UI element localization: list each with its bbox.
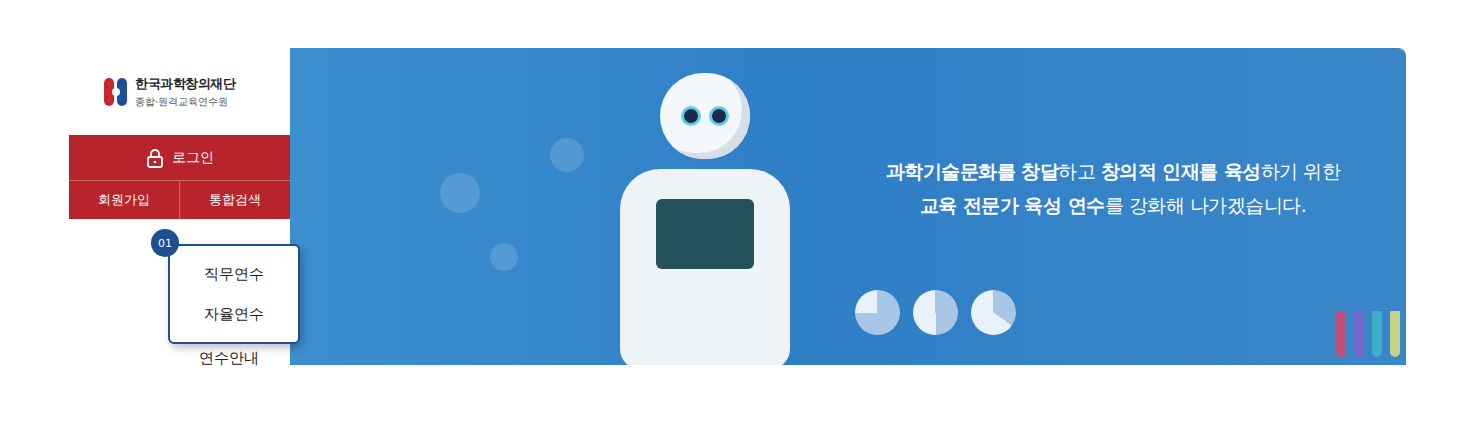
robot-icon bbox=[600, 73, 810, 365]
login-button[interactable]: 로그인 bbox=[69, 135, 290, 181]
foundation-logo-icon bbox=[103, 76, 129, 108]
logo[interactable]: 한국과학창의재단종합·원격교육연수원 bbox=[69, 48, 290, 135]
banner-line: 교육 전문가 육성 연수를 강화해 나가겠습니다. bbox=[830, 192, 1396, 218]
nav-badge: 01 bbox=[151, 229, 179, 257]
lock-icon bbox=[146, 148, 164, 168]
logo-title: 한국과학창의재단 bbox=[135, 75, 235, 93]
banner-copy: 과학기술문화를 창달하고 창의적 인재를 육성하기 위한교육 전문가 육성 연수… bbox=[820, 48, 1406, 365]
test-tubes-icon bbox=[1336, 311, 1400, 357]
side-nav: 01직무연수자율연수연수안내 bbox=[69, 219, 290, 370]
sidebar: 한국과학창의재단종합·원격교육연수원로그인회원가입통합검색01직무연수자율연수연… bbox=[69, 48, 290, 370]
banner-line: 과학기술문화를 창달하고 창의적 인재를 육성하기 위한 bbox=[830, 158, 1396, 184]
auth-link[interactable]: 회원가입 bbox=[69, 181, 179, 219]
nav-item[interactable]: 연수안내 bbox=[168, 347, 290, 370]
pie-decor bbox=[855, 290, 1016, 335]
hero-banner: 과학기술문화를 창달하고 창의적 인재를 육성하기 위한교육 전문가 육성 연수… bbox=[290, 48, 1406, 365]
logo-subtitle: 종합·원격교육연수원 bbox=[135, 95, 235, 109]
page: 한국과학창의재단종합·원격교육연수원로그인회원가입통합검색01직무연수자율연수연… bbox=[0, 0, 1479, 426]
submenu: 직무연수자율연수 bbox=[168, 244, 300, 344]
nav-group: 01직무연수자율연수 bbox=[69, 219, 290, 347]
banner-image bbox=[290, 48, 820, 365]
submenu-item[interactable]: 자율연수 bbox=[170, 294, 298, 334]
auth-link[interactable]: 통합검색 bbox=[179, 181, 290, 219]
submenu-item[interactable]: 직무연수 bbox=[170, 254, 298, 294]
auth-panel: 로그인회원가입통합검색 bbox=[69, 135, 290, 219]
